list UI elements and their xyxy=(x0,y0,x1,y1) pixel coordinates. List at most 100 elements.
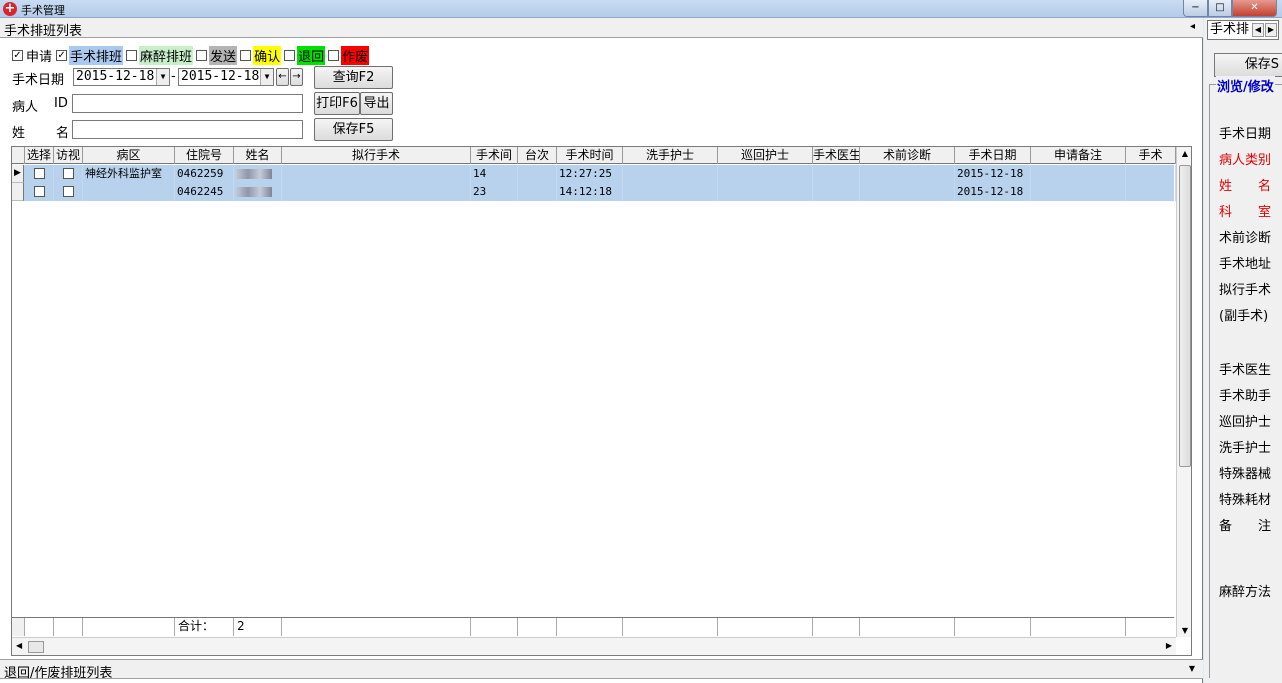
cell-procedure[interactable] xyxy=(282,183,471,201)
minimize-button[interactable]: − xyxy=(1183,0,1208,17)
returned-list-header[interactable]: 退回/作废排班列表 ▼ xyxy=(0,659,1203,681)
select-cell[interactable] xyxy=(25,183,54,201)
patient-name-input[interactable] xyxy=(72,120,303,139)
cell-date[interactable]: 2015-12-18 xyxy=(955,165,1031,183)
date-from-combo[interactable]: 2015-12-18 ▼ xyxy=(73,68,170,86)
name-cell[interactable] xyxy=(234,183,282,201)
date-to-combo[interactable]: 2015-12-18 ▼ xyxy=(178,68,274,86)
cell-admission-no[interactable]: 0462245 xyxy=(175,183,234,201)
filter-checkbox[interactable] xyxy=(284,49,296,61)
cell-room[interactable]: 14 xyxy=(471,165,518,183)
table-cell[interactable] xyxy=(1126,165,1176,183)
column-header[interactable]: 申请备注 xyxy=(1031,147,1126,164)
column-header[interactable]: 巡回护士 xyxy=(718,147,813,164)
maximize-button[interactable]: □ xyxy=(1208,0,1232,17)
scroll-left-icon[interactable]: ◀ xyxy=(16,641,22,650)
tab-prev-icon[interactable]: ◀ xyxy=(1252,23,1264,37)
dropdown-arrow-icon[interactable]: ▼ xyxy=(156,69,169,85)
column-header[interactable]: 病区 xyxy=(83,147,175,164)
filter-checkbox[interactable] xyxy=(126,49,138,61)
close-button[interactable]: ✕ xyxy=(1232,0,1277,17)
column-header[interactable]: 住院号 xyxy=(175,147,234,164)
cell-seq[interactable] xyxy=(518,165,557,183)
cell-date[interactable]: 2015-12-18 xyxy=(955,183,1031,201)
column-header[interactable]: 姓名 xyxy=(234,147,282,164)
cell-surgeon[interactable] xyxy=(813,165,860,183)
collapse-left-icon[interactable]: ◂ xyxy=(1190,21,1195,32)
table-row[interactable]: 0462245 23 14:12:18 2015-12-18 xyxy=(12,183,1176,201)
table-cell[interactable] xyxy=(1126,183,1176,201)
select-cell[interactable] xyxy=(25,165,54,183)
schedule-grid[interactable]: 选择 访视 病区 住院号 姓名 拟行手术 手术间 台次 手术时间 洗手护士 巡回护士 手术医生 术前诊断… xyxy=(11,146,1192,656)
filter-checkbox[interactable]: ✓ xyxy=(12,49,23,61)
cell-ward[interactable]: 神经外科监护室 xyxy=(83,165,175,183)
column-header[interactable]: 手术日期 xyxy=(955,147,1031,164)
cell-scrub-nurse[interactable] xyxy=(623,165,718,183)
cell-circ-nurse[interactable] xyxy=(718,183,813,201)
column-header[interactable]: 洗手护士 xyxy=(623,147,718,164)
cell-circ-nurse[interactable] xyxy=(718,165,813,183)
schedule-list-header[interactable]: 手术排班列表 ◂ xyxy=(0,18,1203,39)
horizontal-scroll-thumb[interactable] xyxy=(28,641,44,653)
column-header[interactable]: 手术医生 xyxy=(813,147,860,164)
cell-ward[interactable] xyxy=(83,183,175,201)
cell-room[interactable]: 23 xyxy=(471,183,518,201)
footer-cell xyxy=(1031,618,1126,636)
filter-checkbox[interactable] xyxy=(328,49,340,61)
visit-checkbox[interactable] xyxy=(63,186,74,197)
redacted-name-blur xyxy=(236,187,272,197)
grid-vertical-scrollbar[interactable]: ▲ ▼ xyxy=(1176,147,1191,637)
query-button[interactable]: 查询F2 xyxy=(314,66,393,89)
table-row[interactable]: ▶ 神经外科监护室 0462259 14 12:27:25 2015-12-18 xyxy=(12,165,1176,183)
scroll-right-icon[interactable]: ▶ xyxy=(1166,641,1172,650)
row-indicator-icon[interactable]: ▶ xyxy=(12,165,24,183)
export-button[interactable]: 导出 xyxy=(360,92,393,115)
dropdown-arrow-icon[interactable]: ▼ xyxy=(260,69,273,85)
filter-label: 退回 xyxy=(297,45,326,65)
filter-checkbox[interactable] xyxy=(240,49,252,61)
row-indicator-icon[interactable] xyxy=(12,183,24,201)
column-header[interactable]: 手术 xyxy=(1126,147,1176,164)
column-header[interactable]: 手术间 xyxy=(471,147,518,164)
grid-horizontal-scrollbar[interactable]: ◀ ▶ xyxy=(12,637,1176,655)
vertical-scroll-thumb[interactable] xyxy=(1179,165,1191,467)
column-header[interactable]: 术前诊断 xyxy=(860,147,955,164)
cell-surgeon[interactable] xyxy=(813,183,860,201)
tab-next-icon[interactable]: ▶ xyxy=(1265,23,1277,37)
filter-checkbox[interactable] xyxy=(196,49,208,61)
cell-scrub-nurse[interactable] xyxy=(623,183,718,201)
name-cell[interactable] xyxy=(234,165,282,183)
column-header[interactable]: 手术时间 xyxy=(557,147,623,164)
column-header[interactable]: 台次 xyxy=(518,147,557,164)
cell-note[interactable] xyxy=(1031,165,1126,183)
cell-preop-dx[interactable] xyxy=(860,165,955,183)
side-tab[interactable]: 手术排 ◀ ▶ xyxy=(1207,20,1279,40)
print-button[interactable]: 打印F6 xyxy=(314,92,360,115)
select-checkbox[interactable] xyxy=(34,186,45,197)
scroll-up-icon[interactable]: ▲ xyxy=(1177,149,1191,158)
side-save-button[interactable]: 保存S xyxy=(1214,53,1282,77)
date-to-value: 2015-12-18 xyxy=(181,69,260,84)
visit-cell[interactable] xyxy=(54,165,83,183)
cell-admission-no[interactable]: 0462259 xyxy=(175,165,234,183)
filter-checkbox[interactable]: ✓ xyxy=(56,49,68,61)
prev-day-button[interactable]: ← xyxy=(276,68,289,86)
column-header[interactable]: 选择 xyxy=(25,147,54,164)
column-header[interactable]: 拟行手术 xyxy=(282,147,471,164)
scroll-down-icon[interactable]: ▼ xyxy=(1177,626,1191,635)
select-checkbox[interactable] xyxy=(34,168,45,179)
cell-seq[interactable] xyxy=(518,183,557,201)
visit-checkbox[interactable] xyxy=(63,168,74,179)
visit-cell[interactable] xyxy=(54,183,83,201)
cell-time[interactable]: 14:12:18 xyxy=(557,183,623,201)
column-header[interactable]: 访视 xyxy=(54,147,83,164)
save-f5-button[interactable]: 保存F5 xyxy=(314,118,393,141)
patient-id-input[interactable] xyxy=(72,94,303,113)
next-day-button[interactable]: → xyxy=(290,68,303,86)
cell-note[interactable] xyxy=(1031,183,1126,201)
expand-down-icon[interactable]: ▼ xyxy=(1189,664,1195,673)
cell-time[interactable]: 12:27:25 xyxy=(557,165,623,183)
cell-preop-dx[interactable] xyxy=(860,183,955,201)
cell-procedure[interactable] xyxy=(282,165,471,183)
side-field-label: 特殊耗材 xyxy=(1219,493,1272,508)
